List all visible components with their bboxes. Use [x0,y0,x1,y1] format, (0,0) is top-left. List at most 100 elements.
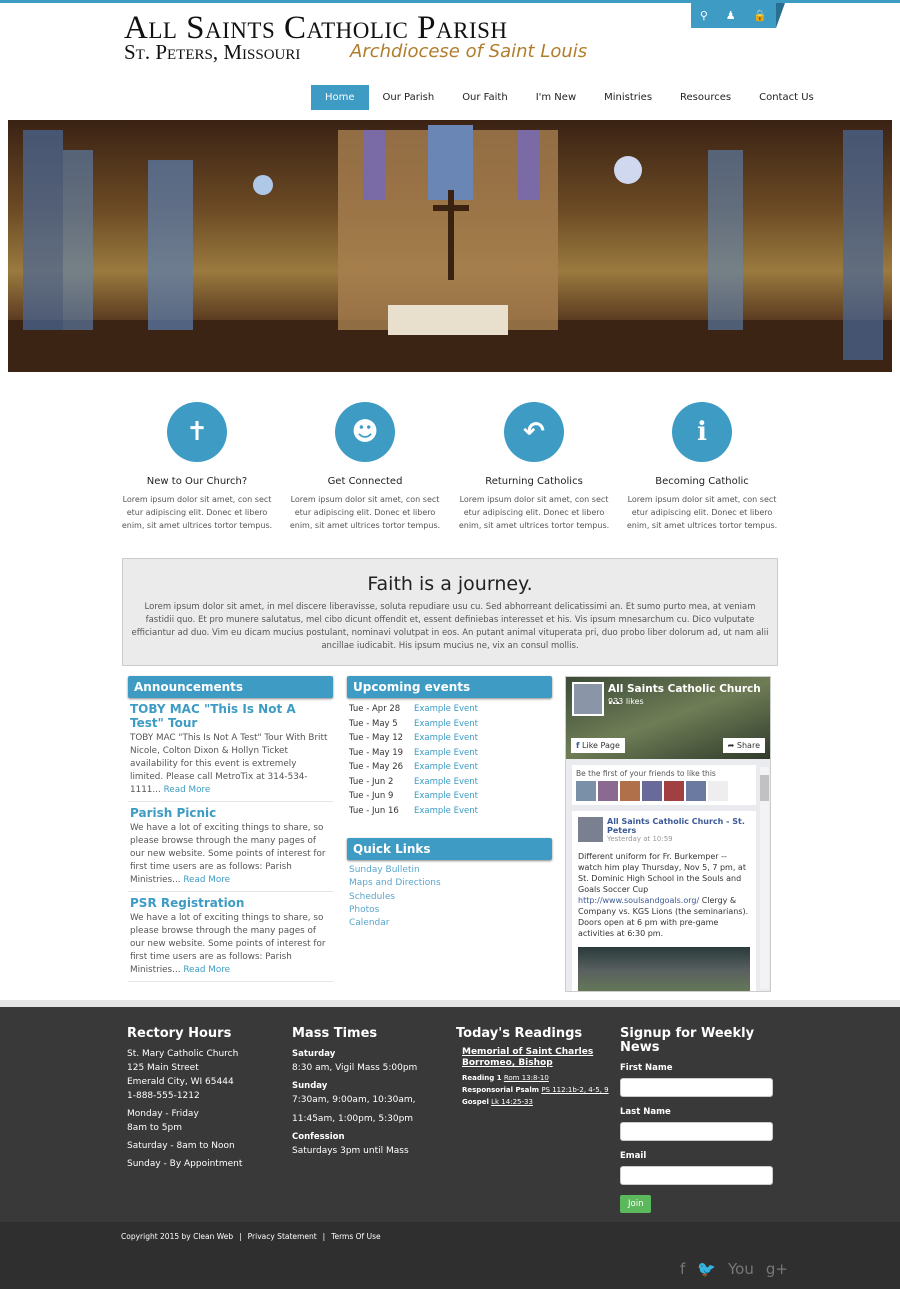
share-button[interactable]: ➦ Share [722,738,765,753]
nav-resources[interactable]: Resources [666,85,745,110]
archdiocese-label: Archdiocese of Saint Louis [350,41,588,62]
quick-link-photos[interactable]: Photos [349,904,550,917]
first-name-label: First Name [620,1063,673,1073]
feature-becoming-catholic[interactable]: ℹ Becoming Catholic Lorem ipsum dolor si… [622,402,782,532]
separator: | [239,1232,242,1241]
feature-title: Becoming Catholic [655,476,749,487]
quick-link-maps[interactable]: Maps and Directions [349,877,550,890]
utility-toolbar: ⚲ ♟ 🔒 [691,3,776,28]
share-icon: ➦ [727,741,735,750]
quick-link-calendar[interactable]: Calendar [349,917,550,930]
nav-ministries[interactable]: Ministries [590,85,666,110]
quick-link-sunday-bulletin[interactable]: Sunday Bulletin [349,864,550,877]
mass-line: 7:30am, 9:00am, 10:30am, [292,1095,416,1105]
youtube-icon[interactable]: You [728,1260,754,1278]
feature-title: Get Connected [327,476,403,487]
feature-text: Lorem ipsum dolor sit amet, con sect etu… [289,495,441,530]
event-date: Tue - May 26 [349,762,404,772]
rectory-line: Monday - Friday [127,1109,199,1119]
read-more-link[interactable]: Read More [164,785,211,795]
scrollbar[interactable] [760,767,769,989]
event-link[interactable]: Example Event [414,702,478,717]
terms-link[interactable]: Terms Of Use [331,1232,380,1241]
post-time[interactable]: Yesterday at 10:59 [607,835,750,843]
event-row: Tue - Apr 28 Example Event [349,702,550,717]
nav-im-new[interactable]: I'm New [522,85,590,110]
post-link[interactable]: http://www.soulsandgoals.org/ [578,896,699,905]
events-list: Tue - Apr 28 Example Event Tue - May 5 Exam… [347,698,552,822]
event-link[interactable]: Example Event [414,731,478,746]
event-row: Tue - May 5 Example Event [349,717,550,732]
quick-links-list: Sunday Bulletin Maps and Directions Sche… [347,860,552,934]
event-date: Tue - May 5 [349,718,398,729]
email-label: Email [620,1151,647,1161]
user-icon[interactable]: ♟ [726,9,736,22]
reading1-link[interactable]: Rom 13:8-10 [504,1074,549,1082]
events-panel: Upcoming events Tue - Apr 28 Example Even… [347,676,552,934]
signup-form: Signup for Weekly News First Name Last N… [620,1027,775,1213]
feature-title: New to Our Church? [146,476,248,487]
event-link[interactable]: Example Event [414,804,478,819]
event-date: Tue - Jun 16 [349,805,399,816]
nav-our-faith[interactable]: Our Faith [448,85,522,110]
feature-new-to-church[interactable]: ✝ New to Our Church? Lorem ipsum dolor s… [117,402,277,532]
psalm-link[interactable]: PS 112:1b-2, 4-5, 9 [541,1086,608,1094]
gospel-link[interactable]: Lk 14:25-33 [491,1098,533,1106]
rectory-line: Emerald City, WI 65444 [127,1077,234,1087]
rectory-hours: Rectory Hours St. Mary Catholic Church 1… [127,1027,282,1171]
mass-title: Mass Times [292,1026,378,1041]
event-date: Tue - Apr 28 [349,704,401,714]
rectory-line: Sunday - By Appointment [127,1159,243,1169]
event-link[interactable]: Example Event [414,775,478,790]
announcement-title[interactable]: Parish Picnic [130,806,331,820]
google-plus-icon[interactable]: g+ [766,1260,788,1278]
rectory-line: Saturday - 8am to Noon [127,1141,235,1151]
announcements-header: Announcements [128,676,333,698]
reading-label: Responsorial Psalm [462,1086,540,1094]
last-name-label: Last Name [620,1107,671,1117]
event-link[interactable]: Example Event [414,789,478,804]
mass-line: 11:45am, 1:00pm, 5:30pm [292,1114,414,1124]
like-page-button[interactable]: f Like Page [571,738,625,753]
faith-title: Faith is a journey. [367,573,533,595]
nav-contact-us[interactable]: Contact Us [745,85,828,110]
nav-home[interactable]: Home [311,85,369,110]
feature-get-connected[interactable]: ☻ Get Connected Lorem ipsum dolor sit am… [285,402,445,532]
join-button[interactable]: Join [620,1195,652,1213]
email-input[interactable] [620,1166,773,1185]
announcement-title[interactable]: TOBY MAC "This Is Not A Test" Tour [130,702,331,730]
first-name-input[interactable] [620,1078,773,1097]
mass-line: 8:30 am, Vigil Mass 5:00pm [292,1063,418,1073]
privacy-link[interactable]: Privacy Statement [248,1232,317,1241]
signup-title: Signup for Weekly News [620,1026,755,1055]
event-link[interactable]: Example Event [414,746,478,761]
feature-returning-catholics[interactable]: ↶ Returning Catholics Lorem ipsum dolor … [454,402,614,532]
cross-icon: ✝ [167,402,227,462]
post-avatar [578,817,603,842]
read-more-link[interactable]: Read More [183,875,230,885]
event-link[interactable]: Example Event [414,717,478,732]
announcement-item: PSR Registration We have a lot of exciti… [128,892,333,982]
event-link[interactable]: Example Event [414,760,478,775]
readings-title: Today's Readings [456,1026,583,1041]
twitter-icon[interactable]: 🐦 [697,1260,716,1278]
search-icon[interactable]: ⚲ [700,9,708,22]
announcement-title[interactable]: PSR Registration [130,896,331,910]
post-author[interactable]: All Saints Catholic Church - St. Peters [607,817,750,835]
last-name-input[interactable] [620,1122,773,1141]
post-photo[interactable] [578,947,750,991]
facebook-likes: 933 likes [608,697,644,706]
rectory-line: 1-888-555-1212 [127,1091,200,1101]
faith-banner: Faith is a journey. Lorem ipsum dolor si… [122,558,778,666]
facebook-widget: All Saints Catholic Church ... 933 likes… [565,676,771,992]
nav-our-parish[interactable]: Our Parish [369,85,449,110]
memorial-link[interactable]: Memorial of Saint Charles Borromeo, Bish… [462,1047,611,1069]
facebook-post: All Saints Catholic Church - St. Peters … [572,811,756,991]
facebook-icon[interactable]: f [680,1260,685,1278]
lock-icon[interactable]: 🔒 [753,9,767,22]
quick-link-schedules[interactable]: Schedules [349,891,550,904]
event-date: Tue - May 12 [349,733,404,743]
read-more-link[interactable]: Read More [183,965,230,975]
mass-label: Saturday [292,1049,336,1059]
event-row: Tue - Jun 2 Example Event [349,775,550,790]
